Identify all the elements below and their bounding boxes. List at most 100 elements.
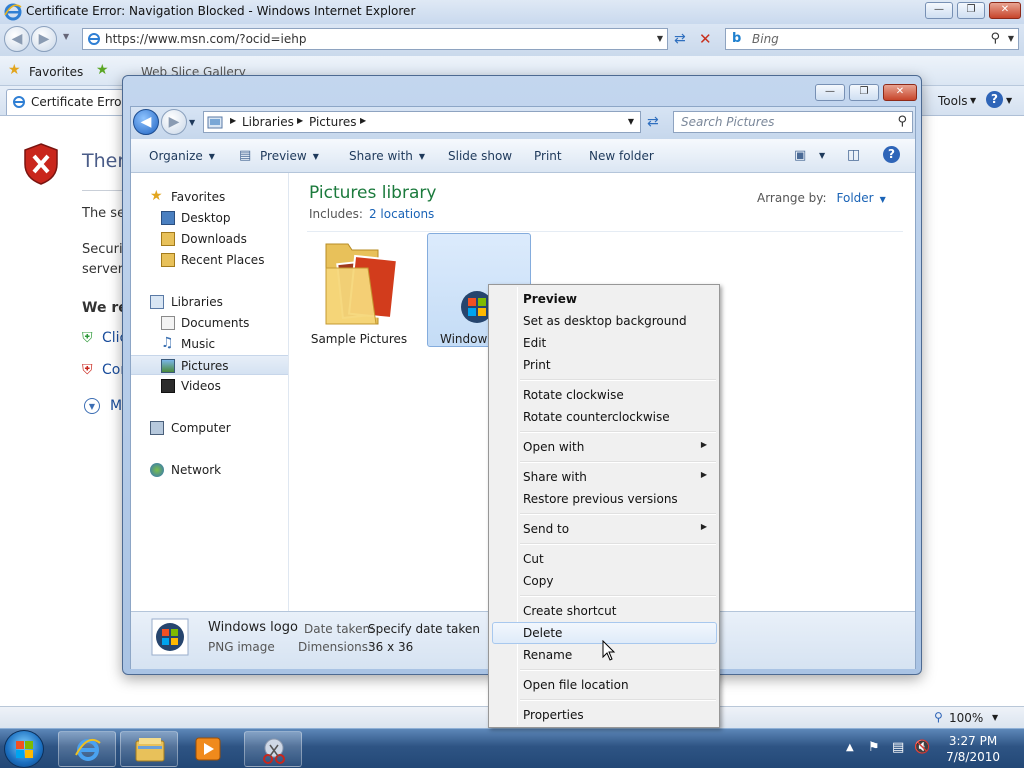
nav-recent-places[interactable]: Recent Places: [131, 250, 288, 270]
explorer-help-icon[interactable]: ?: [883, 146, 900, 163]
menu-create-shortcut[interactable]: Create shortcut: [492, 600, 717, 622]
file-item-sample-pictures[interactable]: Sample Pictures: [307, 233, 411, 347]
more-info-link[interactable]: M: [110, 398, 122, 414]
nav-computer[interactable]: Computer: [131, 418, 288, 438]
menu-share-with[interactable]: Share with ▶: [492, 466, 717, 488]
organize-label: Organize: [149, 149, 203, 163]
details-date-value[interactable]: Specify date taken: [368, 622, 480, 636]
includes-label: Includes:: [309, 207, 363, 221]
nav-libraries[interactable]: Libraries: [131, 292, 288, 312]
taskbar-windows-explorer[interactable]: [120, 731, 178, 767]
ie-search-box[interactable]: b Bing ⚲ ▼: [725, 28, 1019, 50]
close-button[interactable]: ✕: [989, 2, 1021, 19]
menu-separator: [520, 431, 716, 433]
menu-open-with[interactable]: Open with ▶: [492, 436, 717, 458]
menu-print[interactable]: Print: [492, 354, 717, 376]
add-favorite-icon[interactable]: ★: [96, 62, 109, 78]
history-dropdown-icon[interactable]: ▼: [63, 32, 69, 41]
nav-videos[interactable]: Videos: [131, 376, 288, 396]
file-label-sample-pictures: Sample Pictures: [310, 332, 408, 346]
locations-link[interactable]: 2 locations: [369, 207, 434, 221]
menu-set-desktop-background[interactable]: Set as desktop background: [492, 310, 717, 332]
minimize-button[interactable]: —: [925, 2, 953, 19]
taskbar-snipping-tool[interactable]: [244, 731, 302, 767]
more-info-expand-icon[interactable]: ▼: [84, 398, 100, 414]
explorer-back-button[interactable]: ◀: [133, 109, 159, 135]
breadcrumb-pictures[interactable]: Pictures: [309, 115, 357, 129]
search-options-icon[interactable]: ▼: [1008, 34, 1014, 43]
tab-certificate-error[interactable]: Certificate Error: N: [6, 89, 124, 115]
search-icon[interactable]: ⚲: [990, 31, 1000, 46]
maximize-button[interactable]: ❐: [957, 2, 985, 19]
clock[interactable]: 3:27 PM 7/8/2010: [946, 733, 1000, 765]
organize-button[interactable]: Organize ▼: [149, 149, 215, 163]
explorer-search-box[interactable]: Search Pictures ⚲: [673, 111, 913, 133]
breadcrumb-libraries[interactable]: Libraries: [242, 115, 294, 129]
zoom-level[interactable]: 100%: [949, 711, 983, 725]
internet-explorer-icon: [75, 739, 101, 761]
breadcrumb-arrow-icon[interactable]: ▶: [297, 116, 303, 125]
preview-button[interactable]: Preview ▼: [260, 149, 319, 163]
explorer-close-button[interactable]: ✕: [883, 84, 917, 101]
menu-preview[interactable]: Preview: [492, 288, 717, 310]
explorer-maximize-button[interactable]: ❐: [849, 84, 879, 101]
ie-logo-icon: [4, 3, 22, 21]
breadcrumb[interactable]: ▶ Libraries ▶ Pictures ▶ ▼: [203, 111, 641, 133]
breadcrumb-arrow-icon[interactable]: ▶: [230, 116, 236, 125]
menu-rotate-clockwise[interactable]: Rotate clockwise: [492, 384, 717, 406]
tools-dropdown-icon[interactable]: ▼: [970, 96, 976, 105]
help-dropdown-icon[interactable]: ▼: [1006, 96, 1012, 105]
action-center-flag-icon[interactable]: ⚑: [868, 740, 880, 755]
share-with-button[interactable]: Share with ▼: [349, 149, 425, 163]
stop-icon[interactable]: ✕: [699, 30, 712, 48]
refresh-icon[interactable]: ⇄: [674, 31, 686, 47]
explorer-forward-button[interactable]: ▶: [161, 109, 187, 135]
explorer-refresh-icon[interactable]: ⇄: [647, 114, 659, 130]
help-icon[interactable]: ?: [986, 91, 1003, 108]
arrange-dropdown-icon[interactable]: ▼: [880, 195, 886, 204]
menu-edit[interactable]: Edit: [492, 332, 717, 354]
documents-icon: [161, 316, 175, 330]
slide-show-button[interactable]: Slide show: [448, 149, 512, 163]
menu-send-to[interactable]: Send to ▶: [492, 518, 717, 540]
address-bar[interactable]: https://www.msn.com/?ocid=iehp ▼: [82, 28, 668, 50]
nav-pictures[interactable]: Pictures: [131, 355, 288, 375]
desktop-icon: [161, 211, 175, 225]
menu-properties[interactable]: Properties: [492, 704, 717, 726]
menu-restore-previous-versions[interactable]: Restore previous versions: [492, 488, 717, 510]
menu-open-file-location[interactable]: Open file location: [492, 674, 717, 696]
nav-network[interactable]: Network: [131, 460, 288, 480]
url-dropdown-icon[interactable]: ▼: [657, 34, 663, 43]
view-dropdown-icon[interactable]: ▼: [819, 151, 825, 160]
menu-copy[interactable]: Copy: [492, 570, 717, 592]
breadcrumb-arrow-icon[interactable]: ▶: [360, 116, 366, 125]
nav-desktop[interactable]: Desktop: [131, 208, 288, 228]
preview-pane-icon[interactable]: ◫: [847, 147, 860, 163]
print-button[interactable]: Print: [534, 149, 562, 163]
new-folder-button[interactable]: New folder: [589, 149, 654, 163]
menu-rotate-counterclockwise[interactable]: Rotate counterclockwise: [492, 406, 717, 428]
network-icon[interactable]: ▤: [892, 740, 904, 755]
start-button[interactable]: [4, 730, 44, 768]
nav-documents[interactable]: Documents: [131, 313, 288, 333]
nav-music[interactable]: ♫ Music: [131, 334, 288, 354]
favorites-star-icon[interactable]: ★: [8, 62, 21, 78]
tools-menu[interactable]: Tools: [938, 94, 968, 108]
nav-favorites[interactable]: ★ Favorites: [131, 187, 288, 207]
taskbar-internet-explorer[interactable]: [58, 731, 116, 767]
nav-downloads[interactable]: Downloads: [131, 229, 288, 249]
arrange-dropdown[interactable]: Folder: [837, 191, 874, 205]
change-view-icon[interactable]: ▣: [794, 148, 806, 163]
volume-muted-icon[interactable]: 🔇: [914, 740, 930, 755]
menu-cut[interactable]: Cut: [492, 548, 717, 570]
taskbar-media-player[interactable]: [194, 735, 222, 763]
explorer-minimize-button[interactable]: —: [815, 84, 845, 101]
zoom-dropdown-icon[interactable]: ▼: [992, 713, 998, 722]
favorites-button[interactable]: Favorites: [29, 65, 83, 79]
recent-pages-dropdown-icon[interactable]: ▼: [189, 118, 195, 127]
show-hidden-icons[interactable]: ▲: [846, 742, 854, 753]
path-dropdown-icon[interactable]: ▼: [628, 117, 634, 126]
back-button[interactable]: ◀: [4, 26, 30, 52]
zoom-icon[interactable]: ⚲: [934, 710, 943, 724]
forward-button[interactable]: ▶: [31, 26, 57, 52]
